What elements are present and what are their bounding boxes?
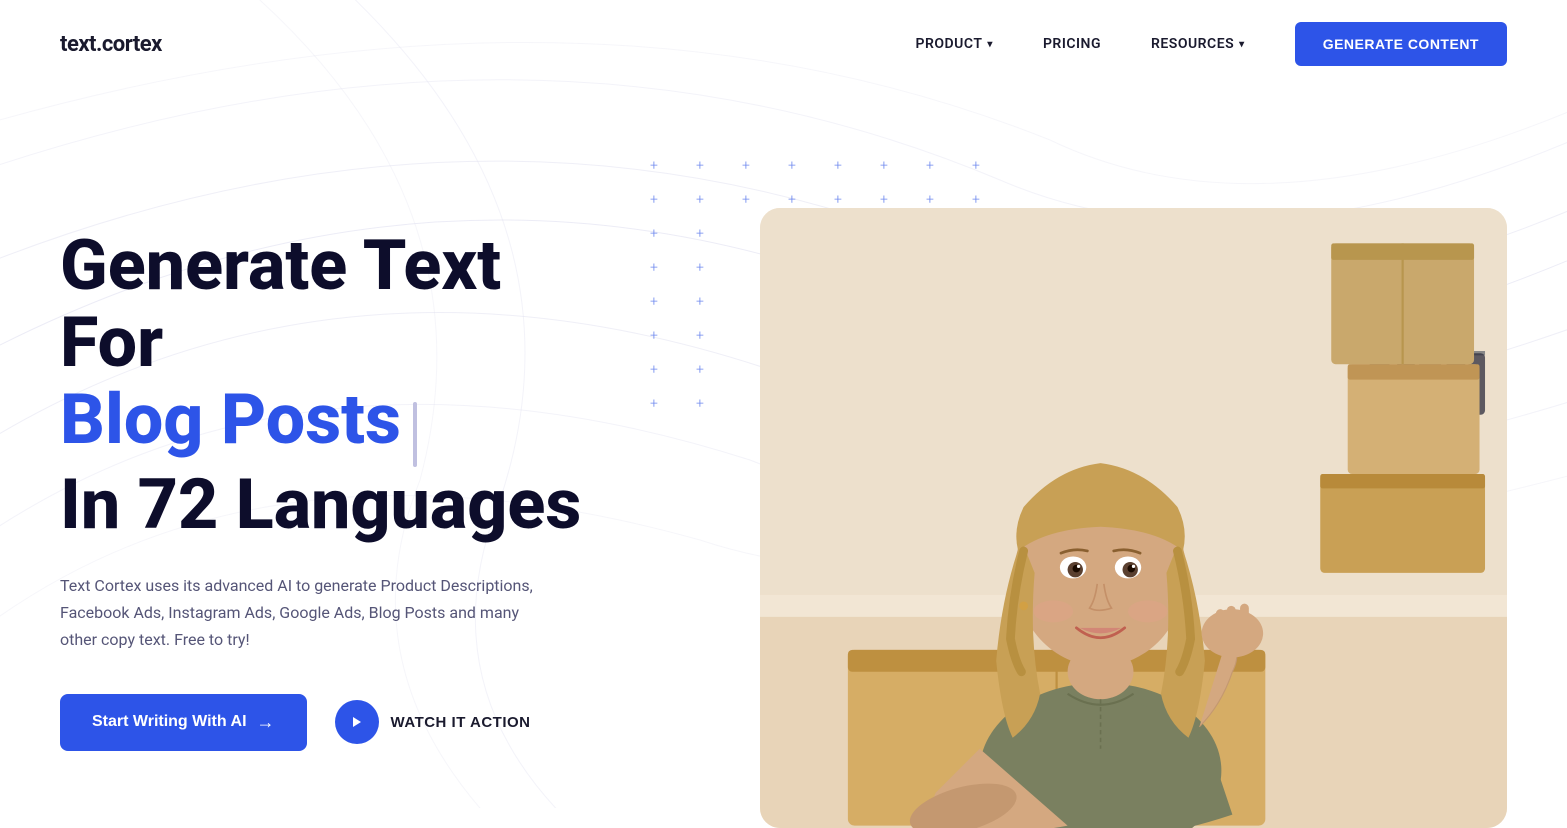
hero-title-line3: In 72 Languages [60,467,620,544]
nav-item-product[interactable]: PRODUCT ▾ [916,36,993,52]
chevron-down-icon: ▾ [987,39,993,50]
plus-grid-decoration: + + + + + + + + + + + + + + + + + + [650,158,1000,412]
arrow-icon: → [257,712,275,733]
hero-buttons: Start Writing With AI → WATCH IT ACTION [60,694,620,751]
chevron-down-icon: ▾ [1239,39,1245,50]
navbar: text.cortex PRODUCT ▾ PRICING RESOURCES … [0,0,1567,88]
watch-label: WATCH IT ACTION [391,714,531,731]
hero-title-line1: Generate Text For [60,228,620,382]
watch-action-button[interactable]: WATCH IT ACTION [335,700,531,744]
hero-title: Generate Text For Blog Posts In 72 Langu… [60,228,620,544]
cursor-decoration [413,402,417,467]
nav-item-resources[interactable]: RESOURCES ▾ [1151,36,1245,52]
logo[interactable]: text.cortex [60,32,162,57]
start-writing-button[interactable]: Start Writing With AI → [60,694,307,751]
generate-content-button[interactable]: GENERATE CONTENT [1295,22,1507,66]
nav-links: PRODUCT ▾ PRICING RESOURCES ▾ GENERATE C… [916,22,1507,66]
hero-section: Generate Text For Blog Posts In 72 Langu… [0,88,1567,828]
play-icon [335,700,379,744]
hero-title-line2: Blog Posts [60,379,401,461]
nav-item-pricing[interactable]: PRICING [1043,36,1101,52]
hero-description: Text Cortex uses its advanced AI to gene… [60,572,540,654]
hero-visual: + + + + + + + + + + + + + + + + + + [680,148,1507,828]
hero-content: Generate Text For Blog Posts In 72 Langu… [60,148,620,751]
